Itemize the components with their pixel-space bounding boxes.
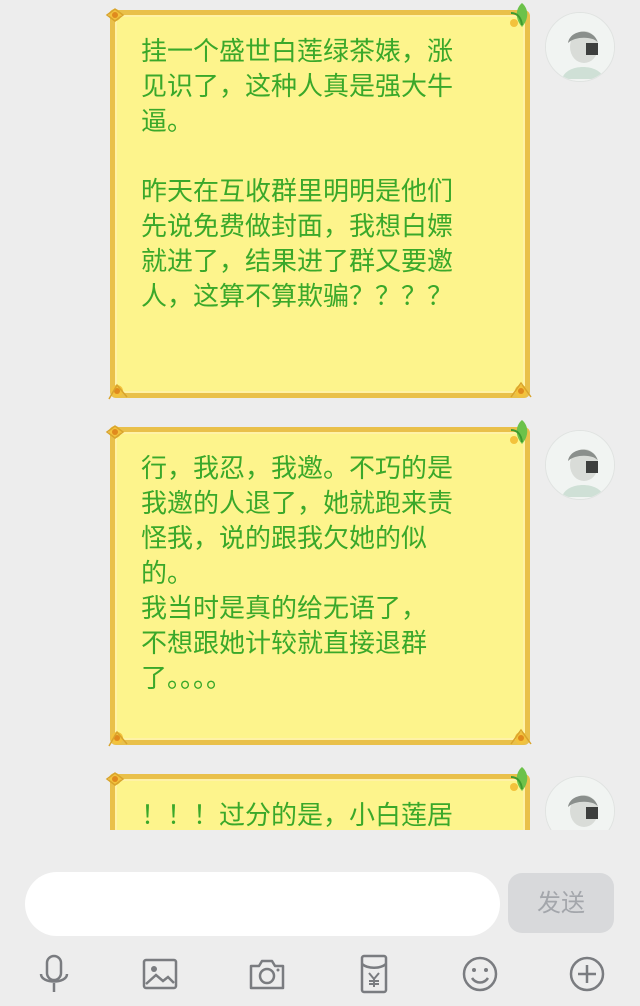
avatar[interactable] bbox=[545, 776, 615, 830]
flower-corner-icon bbox=[510, 381, 532, 398]
chat-message-list[interactable]: 挂一个盛世白莲绿茶婊，涨 见识了，这种人真是强大牛 逼。 昨天在互收群里明明是他… bbox=[0, 0, 640, 830]
flower-corner-icon bbox=[105, 8, 125, 22]
camera-icon[interactable] bbox=[243, 950, 291, 998]
input-toolbar bbox=[0, 948, 640, 1004]
red-packet-icon[interactable] bbox=[350, 950, 398, 998]
message-composer: 发送 bbox=[0, 830, 640, 1006]
image-icon[interactable] bbox=[136, 950, 184, 998]
flower-corner-icon bbox=[108, 383, 128, 400]
leaf-corner-icon bbox=[510, 767, 528, 791]
leaf-corner-icon bbox=[510, 420, 528, 444]
user-avatar-icon bbox=[546, 431, 614, 499]
message-bubble[interactable]: ！！！过分的是，小白莲居 bbox=[105, 767, 530, 830]
message-text: ！！！过分的是，小白莲居 bbox=[141, 801, 454, 830]
leaf-corner-icon bbox=[510, 3, 528, 27]
flower-corner-icon bbox=[105, 772, 125, 786]
flower-corner-icon bbox=[108, 730, 128, 747]
flower-corner-icon bbox=[510, 728, 532, 745]
emoji-icon[interactable] bbox=[456, 950, 504, 998]
message-bubble[interactable]: 挂一个盛世白莲绿茶婊，涨 见识了，这种人真是强大牛 逼。 昨天在互收群里明明是他… bbox=[105, 3, 532, 400]
message-text: 挂一个盛世白莲绿茶婊，涨 见识了，这种人真是强大牛 逼。 昨天在互收群里明明是他… bbox=[141, 37, 454, 312]
message-bubble[interactable]: 行，我忍，我邀。不巧的是 我邀的人退了，她就跑来责 怪我，说的跟我欠她的似 的。… bbox=[105, 420, 532, 747]
user-avatar-icon bbox=[546, 777, 614, 830]
user-avatar-icon bbox=[546, 13, 614, 81]
avatar[interactable] bbox=[545, 430, 615, 500]
send-button[interactable]: 发送 bbox=[508, 873, 614, 933]
avatar[interactable] bbox=[545, 12, 615, 82]
message-input[interactable] bbox=[25, 872, 500, 936]
flower-corner-icon bbox=[105, 425, 125, 439]
microphone-icon[interactable] bbox=[30, 950, 78, 998]
plus-icon[interactable] bbox=[563, 950, 611, 998]
message-text: 行，我忍，我邀。不巧的是 我邀的人退了，她就跑来责 怪我，说的跟我欠她的似 的。… bbox=[141, 454, 454, 694]
